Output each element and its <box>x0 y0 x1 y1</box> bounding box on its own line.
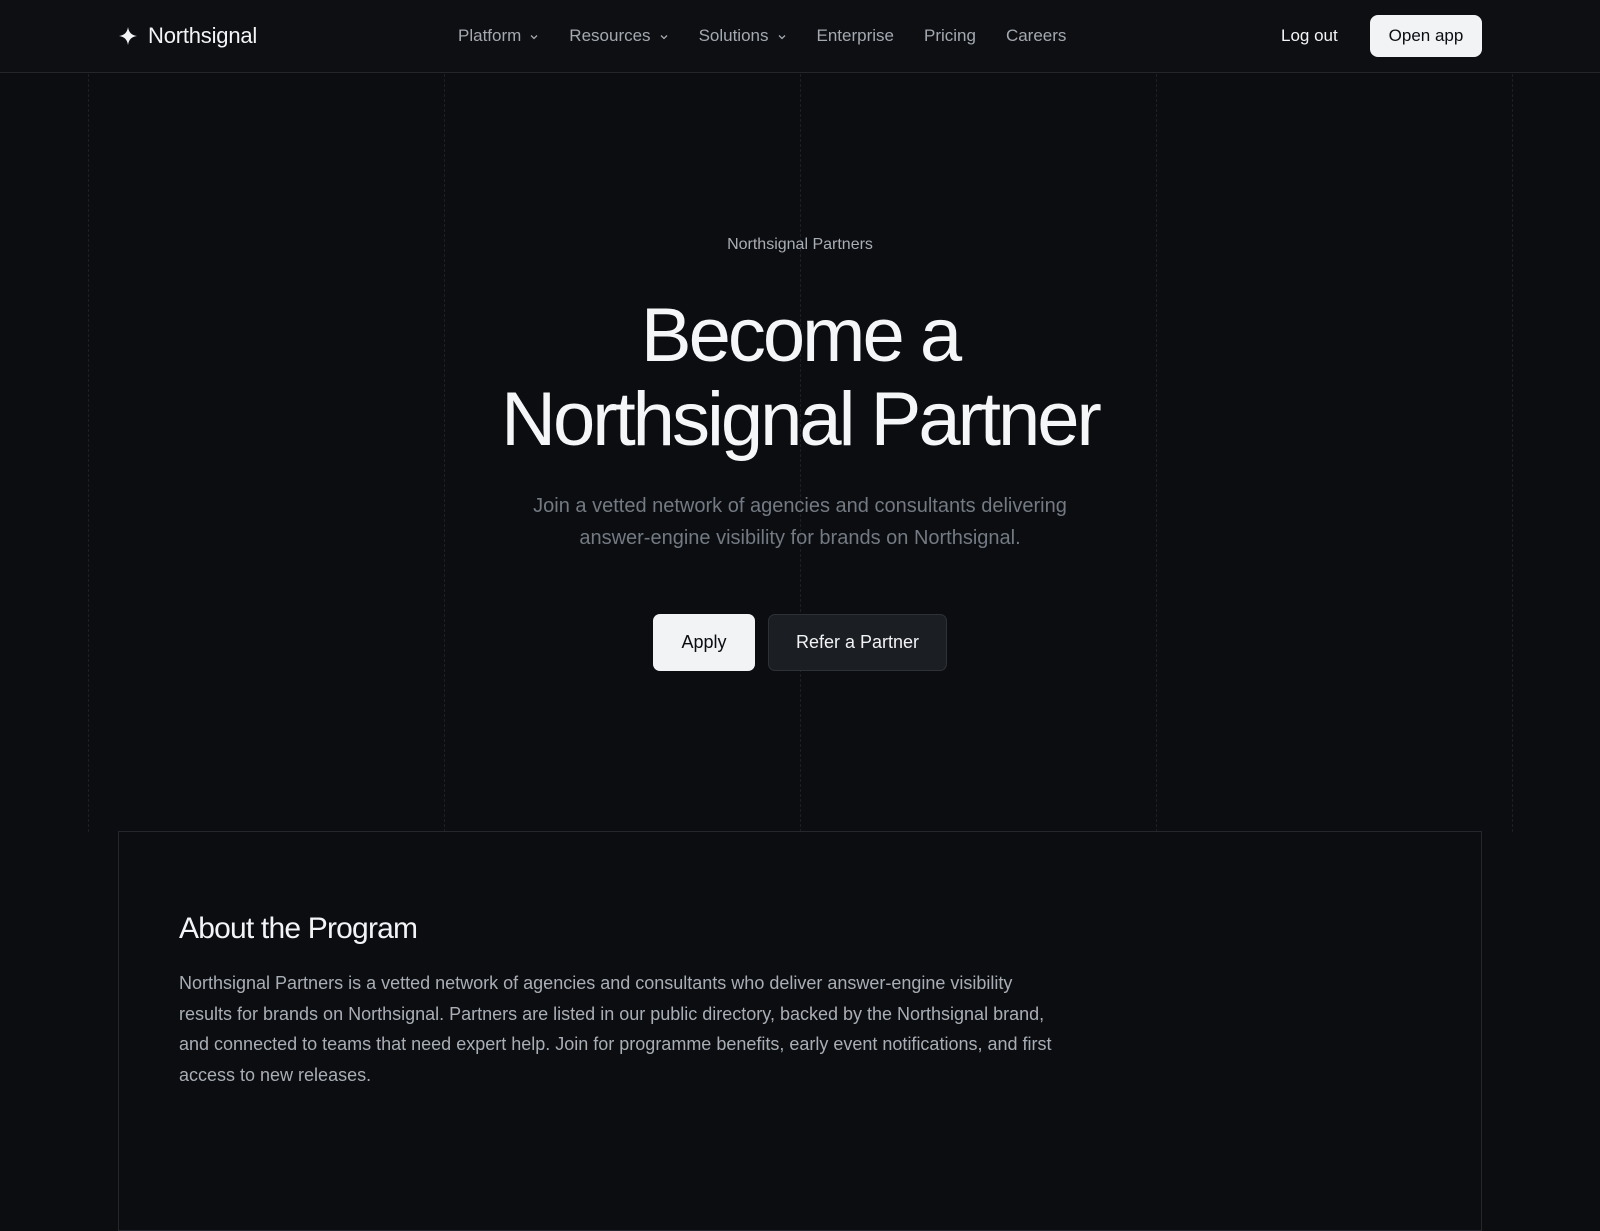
chevron-down-icon <box>778 35 785 40</box>
top-navigation: Northsignal Platform Resources Solutions… <box>0 0 1600 73</box>
chevron-down-icon <box>660 35 668 40</box>
sparkle-icon <box>119 27 137 45</box>
about-body-line: access to new releases. <box>179 1064 372 1085</box>
hero-title-line: Become a <box>640 293 962 378</box>
nav-item-enterprise[interactable]: Enterprise <box>817 26 894 46</box>
chevron-down-icon <box>530 35 538 40</box>
main-menu: Platform Resources Solutions Enterprise … <box>458 23 1066 49</box>
nav-item-label: Careers <box>1005 26 1067 45</box>
about-body-line: Northsignal Partners is a vetted network… <box>179 973 1013 993</box>
hero-title: Become a Northsignal Partner <box>0 294 1600 462</box>
nav-item-platform[interactable]: Platform <box>458 26 539 46</box>
hero-title-line: Northsignal Partner <box>501 377 1102 462</box>
about-program-card: About the Program Northsignal Partners i… <box>118 831 1482 1231</box>
about-body: Northsignal Partners is a vetted network… <box>179 968 1139 1090</box>
refer-partner-button[interactable]: Refer a Partner <box>768 614 947 671</box>
logout-link[interactable]: Log out <box>1281 23 1338 49</box>
open-app-button[interactable]: Open app <box>1370 15 1482 57</box>
nav-item-solutions[interactable]: Solutions <box>699 26 787 46</box>
about-body-line: results for brands on Northsignal. Partn… <box>179 1003 1045 1024</box>
hero-subtitle-line: answer-engine visibility for brands on N… <box>579 527 1021 549</box>
hero-subtitle-line: Join a vetted network of agencies and co… <box>533 495 1067 517</box>
nav-item-careers[interactable]: Careers <box>1006 26 1066 46</box>
nav-item-pricing[interactable]: Pricing <box>924 26 976 46</box>
about-title: About the Program <box>179 912 418 945</box>
about-body-line: and connected to teams that need expert … <box>179 1034 1052 1054</box>
nav-item-label: Resources <box>569 26 651 45</box>
brand-logo[interactable]: Northsignal <box>118 22 257 50</box>
nav-item-label: Platform <box>458 26 522 45</box>
nav-item-label: Enterprise <box>816 26 894 45</box>
nav-item-label: Solutions <box>698 26 769 45</box>
nav-item-resources[interactable]: Resources <box>569 26 668 46</box>
apply-button[interactable]: Apply <box>653 614 755 671</box>
brand-name: Northsignal <box>148 23 258 48</box>
nav-item-label: Pricing <box>923 26 976 45</box>
hero-eyebrow: Northsignal Partners <box>727 236 873 253</box>
hero-subtitle: Join a vetted network of agencies and co… <box>500 490 1100 554</box>
